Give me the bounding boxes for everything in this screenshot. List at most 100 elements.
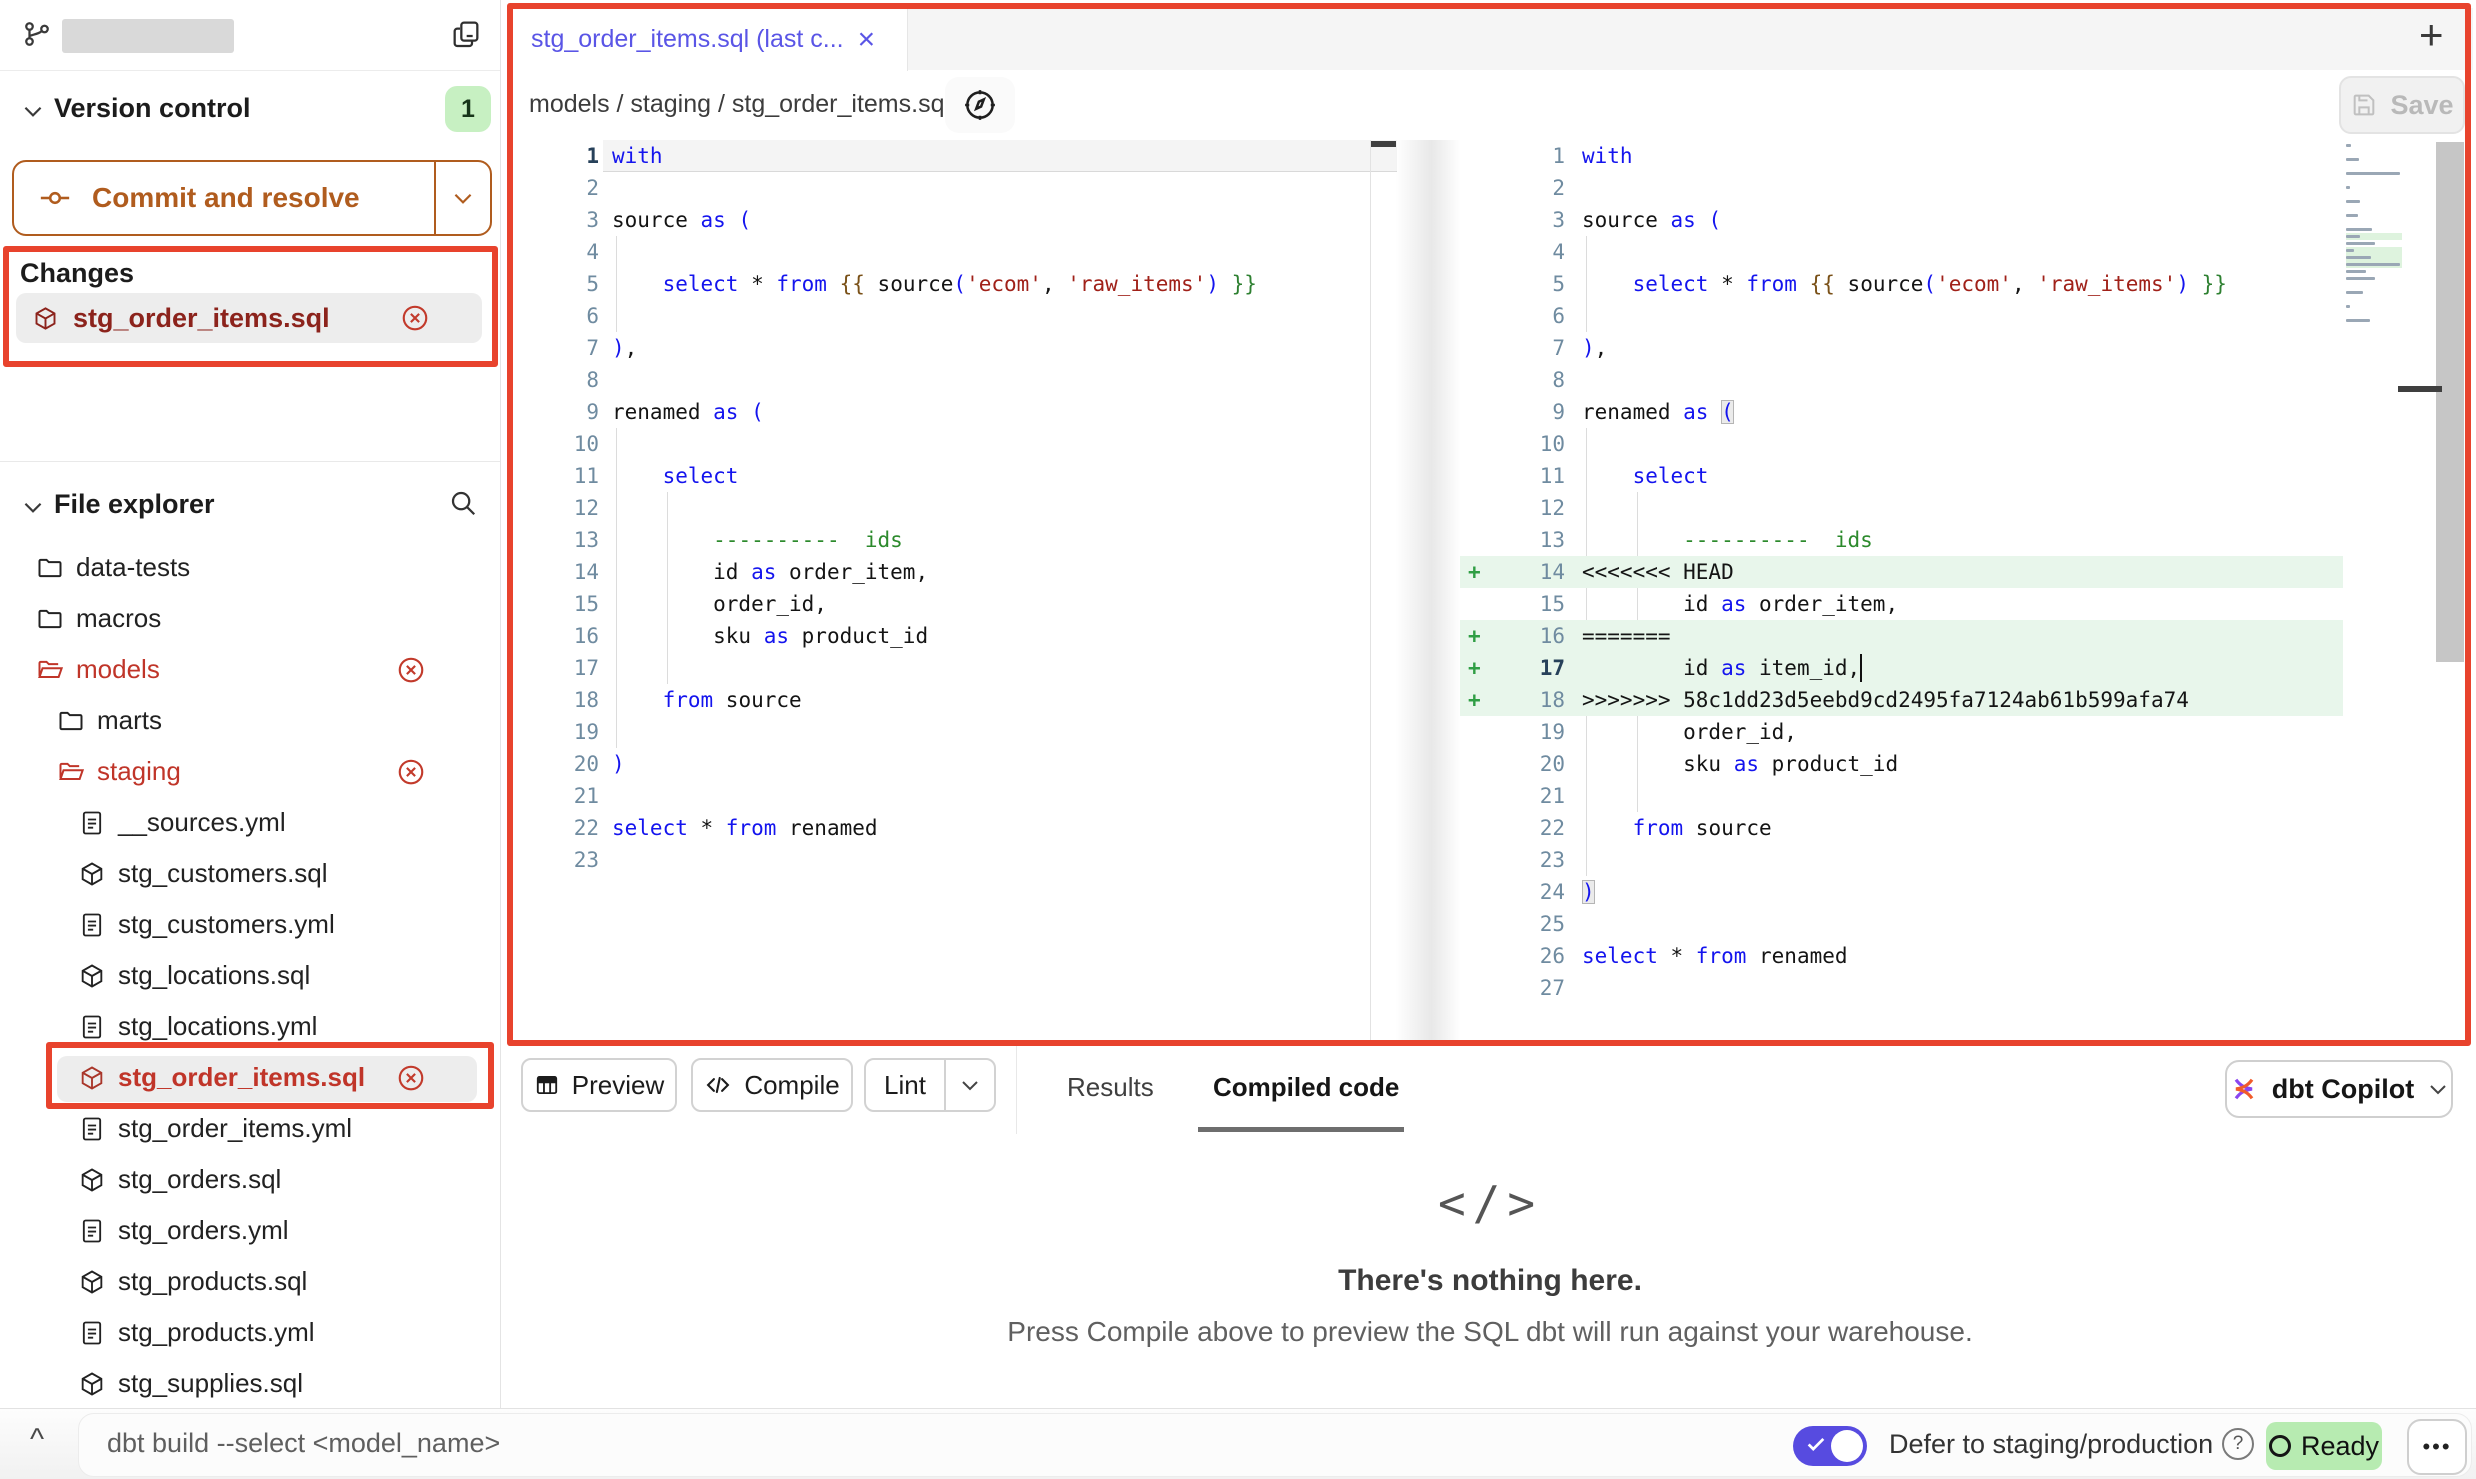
version-control-section-header[interactable]: Version control 1 <box>0 84 500 140</box>
code-text[interactable] <box>1569 172 2343 204</box>
code-line-1[interactable]: 1with <box>513 140 1397 172</box>
code-text[interactable] <box>603 172 1397 204</box>
code-text[interactable] <box>1569 780 2343 812</box>
code-text[interactable]: id as order_item, <box>603 556 1397 588</box>
code-line-17[interactable]: +17 id as item_id, <box>1460 652 2343 684</box>
file-tree-item-stg-orders-sql[interactable]: stg_orders.sql <box>0 1156 500 1204</box>
code-line-17[interactable]: 17 <box>513 652 1397 684</box>
code-line-12[interactable]: 12 <box>513 492 1397 524</box>
left-pane-scrollbar-thumb[interactable] <box>1371 141 1396 147</box>
editor-scrollbar-thumb[interactable] <box>2436 142 2464 662</box>
file-tree-item-stg-products-yml[interactable]: stg_products.yml <box>0 1309 500 1357</box>
code-text[interactable]: renamed as ( <box>603 396 1397 428</box>
code-text[interactable]: source as ( <box>1569 204 2343 236</box>
code-text[interactable] <box>603 364 1397 396</box>
code-line-6[interactable]: 6 <box>513 300 1397 332</box>
code-line-23[interactable]: 23 <box>1460 844 2343 876</box>
code-line-22[interactable]: 22select * from renamed <box>513 812 1397 844</box>
code-text[interactable]: ) <box>1569 876 2343 908</box>
discard-change-icon[interactable] <box>396 757 426 787</box>
code-text[interactable]: id as item_id, <box>1569 652 2343 684</box>
branch-name-placeholder[interactable] <box>62 19 234 53</box>
file-tree-item-stg-customers-yml[interactable]: stg_customers.yml <box>0 901 500 949</box>
file-tree-item-macros[interactable]: macros <box>0 595 500 643</box>
save-button[interactable]: Save <box>2339 76 2465 134</box>
code-text[interactable]: select * from renamed <box>603 812 1397 844</box>
code-text[interactable] <box>603 716 1397 748</box>
code-text[interactable]: id as order_item, <box>1569 588 2343 620</box>
file-tree-item-data-tests[interactable]: data-tests <box>0 544 500 592</box>
code-pane-conflict[interactable]: 1with23source as (45 select * from {{ so… <box>1460 140 2343 1004</box>
code-line-3[interactable]: 3source as ( <box>513 204 1397 236</box>
code-line-18[interactable]: +18>>>>>>> 58c1dd23d5eebd9cd2495fa7124ab… <box>1460 684 2343 716</box>
code-line-13[interactable]: 13 ---------- ids <box>1460 524 2343 556</box>
code-text[interactable] <box>1569 364 2343 396</box>
code-text[interactable] <box>603 844 1397 876</box>
defer-toggle[interactable] <box>1793 1426 1867 1466</box>
code-text[interactable] <box>603 236 1397 268</box>
code-line-6[interactable]: 6 <box>1460 300 2343 332</box>
file-tree-item-marts[interactable]: marts <box>0 697 500 745</box>
compile-button[interactable]: Compile <box>691 1058 853 1112</box>
code-line-20[interactable]: 20) <box>513 748 1397 780</box>
code-text[interactable]: with <box>1569 140 2343 172</box>
code-line-9[interactable]: 9renamed as ( <box>513 396 1397 428</box>
code-line-20[interactable]: 20 sku as product_id <box>1460 748 2343 780</box>
dbt-copilot-button[interactable]: dbt Copilot <box>2225 1060 2453 1118</box>
code-text[interactable]: with <box>603 140 1397 172</box>
code-text[interactable]: ======= <box>1569 620 2343 652</box>
code-text[interactable]: sku as product_id <box>603 620 1397 652</box>
file-tree-item-models[interactable]: models <box>0 646 500 694</box>
code-text[interactable] <box>603 780 1397 812</box>
new-tab-button[interactable]: + <box>2419 14 2444 56</box>
code-line-21[interactable]: 21 <box>513 780 1397 812</box>
code-line-26[interactable]: 26select * from renamed <box>1460 940 2343 972</box>
file-tree-item-stg-order-items-sql[interactable]: stg_order_items.sql <box>0 1054 500 1102</box>
code-text[interactable]: ) <box>603 748 1397 780</box>
code-line-4[interactable]: 4 <box>513 236 1397 268</box>
code-text[interactable]: order_id, <box>1569 716 2343 748</box>
discard-change-icon[interactable] <box>396 1063 426 1093</box>
file-tree-item-stg-orders-yml[interactable]: stg_orders.yml <box>0 1207 500 1255</box>
code-text[interactable]: ), <box>603 332 1397 364</box>
file-tree-item-stg-locations-sql[interactable]: stg_locations.sql <box>0 952 500 1000</box>
tab-stg-order-items[interactable]: stg_order_items.sql (last c... × <box>507 8 908 71</box>
code-line-2[interactable]: 2 <box>1460 172 2343 204</box>
lint-button[interactable]: Lint <box>866 1060 944 1110</box>
code-text[interactable] <box>603 428 1397 460</box>
code-text[interactable] <box>1569 300 2343 332</box>
code-line-25[interactable]: 25 <box>1460 908 2343 940</box>
code-line-2[interactable]: 2 <box>513 172 1397 204</box>
code-line-5[interactable]: 5 select * from {{ source('ecom', 'raw_i… <box>513 268 1397 300</box>
lineage-compass-button[interactable] <box>945 77 1015 133</box>
code-text[interactable]: select * from renamed <box>1569 940 2343 972</box>
code-text[interactable]: select <box>603 460 1397 492</box>
file-tree-item-stg-supplies-sql[interactable]: stg_supplies.sql <box>0 1360 500 1408</box>
commit-and-resolve-button[interactable]: Commit and resolve <box>12 160 492 236</box>
code-text[interactable]: order_id, <box>603 588 1397 620</box>
code-text[interactable] <box>603 492 1397 524</box>
code-line-22[interactable]: 22 from source <box>1460 812 2343 844</box>
changes-file-item[interactable]: stg_order_items.sql <box>16 293 482 343</box>
code-line-19[interactable]: 19 <box>513 716 1397 748</box>
commit-dropdown-chevron[interactable] <box>436 185 490 211</box>
code-text[interactable] <box>1569 428 2343 460</box>
code-line-7[interactable]: 7), <box>1460 332 2343 364</box>
code-line-1[interactable]: 1with <box>1460 140 2343 172</box>
copy-files-icon[interactable] <box>450 18 482 50</box>
code-line-4[interactable]: 4 <box>1460 236 2343 268</box>
code-text[interactable] <box>1569 236 2343 268</box>
more-options-button[interactable]: ••• <box>2407 1419 2467 1475</box>
command-input[interactable]: dbt build --select <model_name> Defer to… <box>78 1413 2472 1477</box>
code-line-3[interactable]: 3source as ( <box>1460 204 2343 236</box>
search-icon[interactable] <box>448 488 478 518</box>
file-tree-item-stg-products-sql[interactable]: stg_products.sql <box>0 1258 500 1306</box>
code-text[interactable]: ---------- ids <box>603 524 1397 556</box>
code-line-11[interactable]: 11 select <box>513 460 1397 492</box>
code-text[interactable]: source as ( <box>603 204 1397 236</box>
code-text[interactable]: renamed as ( <box>1569 396 2343 428</box>
code-line-21[interactable]: 21 <box>1460 780 2343 812</box>
code-text[interactable]: select * from {{ source('ecom', 'raw_ite… <box>1569 268 2343 300</box>
preview-button[interactable]: Preview <box>521 1058 677 1112</box>
code-line-13[interactable]: 13 ---------- ids <box>513 524 1397 556</box>
